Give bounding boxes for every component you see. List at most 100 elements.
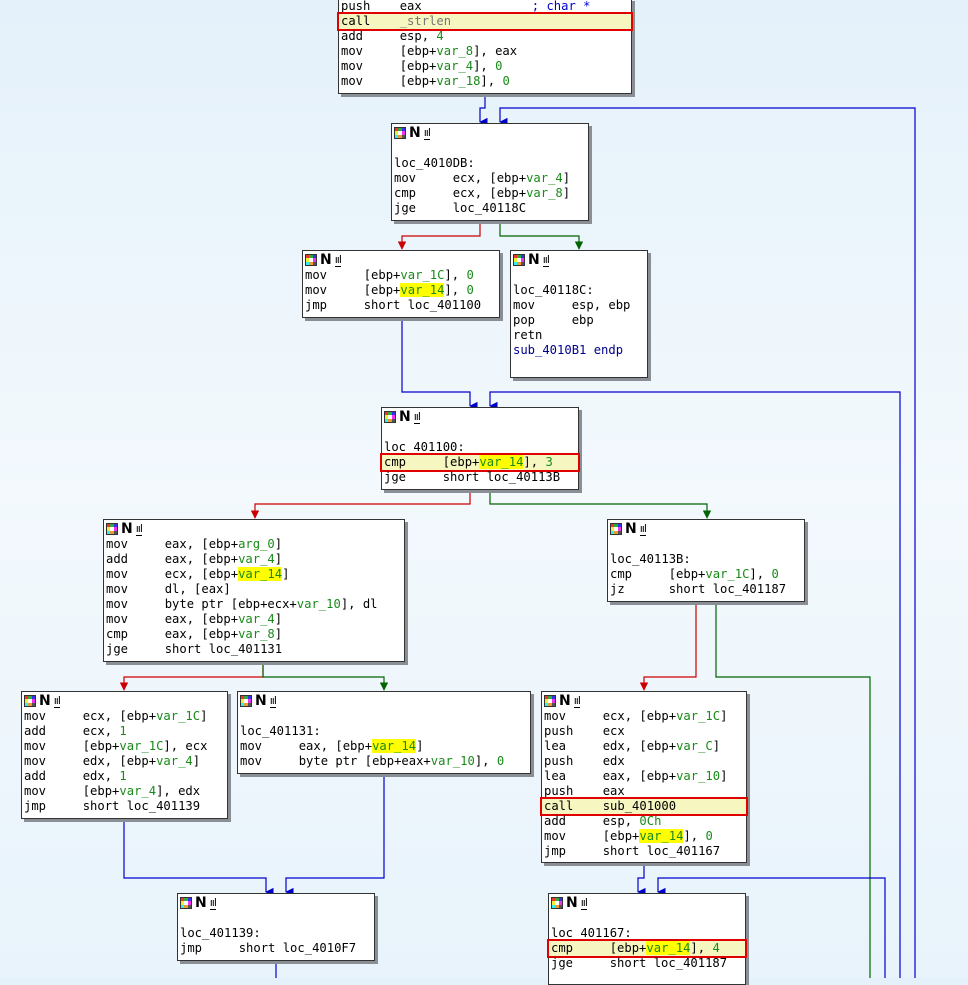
asm-line[interactable]: add esp, 4 [339,29,631,44]
operand-variable[interactable]: var_14 [400,283,445,297]
asm-line[interactable]: mov [ebp+var_4], edx [22,784,227,799]
code-block[interactable]: Nııl loc_401167: cmp [ebp+var_14], 4 jge sh… [547,893,747,985]
asm-line[interactable]: pop ebp [511,313,647,328]
n-toggle-icon[interactable]: N [320,253,332,267]
chart-icon[interactable]: ııl [423,126,431,140]
operand-variable[interactable]: var_10 [676,769,720,783]
asm-line[interactable]: call sub_401000 [540,797,748,816]
code-block[interactable]: push eax ; char * call _strlen add esp, 4m… [337,0,633,94]
edge-b6-b9[interactable] [639,600,697,691]
n-toggle-icon[interactable]: N [409,126,421,140]
n-toggle-icon[interactable]: N [39,694,51,708]
asm-line[interactable]: jmp short loc_401167 [542,844,746,859]
asm-line[interactable]: add eax, [ebp+var_4] [104,552,404,567]
edge-b4-b6[interactable] [489,490,712,519]
n-toggle-icon[interactable]: N [195,896,207,910]
operand-variable[interactable]: var_C [676,739,713,753]
n-toggle-icon[interactable]: N [121,522,133,536]
graph-colors-icon[interactable] [305,254,317,266]
asm-line[interactable]: cmp eax, [ebp+var_8] [104,627,404,642]
n-toggle-icon[interactable]: N [255,694,267,708]
edge-b2-b4[interactable] [401,318,478,411]
operand-variable[interactable]: var_10 [431,754,475,768]
operand-variable[interactable]: var_4 [238,612,275,626]
edge-b4-b5[interactable] [250,490,471,519]
asm-line[interactable]: push eax ; char * [339,0,631,14]
operand-variable[interactable]: var_4 [526,171,563,185]
chart-icon[interactable]: ııl [573,694,581,708]
operand-variable[interactable]: var_8 [526,186,563,200]
chart-icon[interactable]: ııl [135,522,143,536]
asm-line[interactable]: add edx, 1 [22,769,227,784]
operand-variable[interactable]: var_4 [436,59,473,73]
asm-line[interactable]: jge short loc_401131 [104,642,404,657]
n-toggle-icon[interactable]: N [566,896,578,910]
operand-variable[interactable]: var_4 [238,552,275,566]
code-block[interactable]: Nııl loc_401131: mov eax, [ebp+var_14] mov … [237,691,531,774]
code-block[interactable]: Nııl mov eax, [ebp+arg_0] add eax, [ebp+va… [103,519,405,662]
edge-b1-b2[interactable] [397,221,481,250]
edge-b7-b10[interactable] [123,818,274,897]
graph-colors-icon[interactable] [394,127,406,139]
asm-line[interactable]: lea eax, [ebp+var_10] [542,769,746,784]
operand-variable[interactable]: var_8 [436,44,473,58]
asm-line[interactable]: mov esp, ebp [511,298,647,313]
asm-line[interactable]: sub_4010B1 endp [511,343,647,358]
asm-line[interactable]: mov [ebp+var_8], eax [339,44,631,59]
asm-line[interactable]: jz short loc_401187 [608,582,804,597]
chart-icon[interactable]: ııl [209,896,217,910]
chart-icon[interactable]: ııl [269,694,277,708]
graph-colors-icon[interactable] [106,523,118,535]
operand-variable[interactable]: var_1C [676,709,720,723]
graph-colors-icon[interactable] [384,411,396,423]
operand-variable[interactable]: var_8 [238,627,275,641]
code-block[interactable]: Nııl mov [ebp+var_1C], 0 mov [ebp+var_14],… [302,250,500,318]
operand-variable[interactable]: var_1C [119,739,163,753]
graph-colors-icon[interactable] [24,695,36,707]
asm-line[interactable]: loc_401100: [382,440,578,455]
asm-line[interactable]: mov eax, [ebp+arg_0] [104,537,404,552]
code-block[interactable]: Nııl loc_4010DB: mov ecx, [ebp+var_4] cmp e… [391,123,589,221]
edge-b5-b7[interactable] [119,661,264,691]
asm-line[interactable]: loc_40118C: [511,283,647,298]
chart-icon[interactable]: ııl [580,896,588,910]
asm-line[interactable]: lea edx, [ebp+var_C] [542,739,746,754]
asm-line[interactable]: mov eax, [ebp+var_14] [238,739,530,754]
asm-line[interactable]: cmp [ebp+var_1C], 0 [608,567,804,582]
asm-line[interactable]: push edx [542,754,746,769]
asm-line[interactable]: cmp [ebp+var_14], 4 [547,939,747,958]
asm-line[interactable]: push eax [542,784,746,799]
code-block[interactable]: Nııl loc_401139: jmp short loc_4010F7 [177,893,375,961]
asm-line[interactable]: cmp [ebp+var_14], 3 [380,453,580,472]
asm-line[interactable]: mov ecx, [ebp+var_1C] [542,709,746,724]
graph-colors-icon[interactable] [551,897,563,909]
asm-line[interactable]: loc_401131: [238,724,530,739]
asm-line[interactable]: push ecx [542,724,746,739]
n-toggle-icon[interactable]: N [559,694,571,708]
chart-icon[interactable]: ııl [334,253,342,267]
operand-variable[interactable]: var_10 [297,597,341,611]
code-block[interactable]: Nııl mov ecx, [ebp+var_1C] push ecx lea edx… [540,691,748,863]
operand-variable[interactable]: var_14 [639,829,684,843]
operand-variable[interactable]: var_4 [156,754,193,768]
asm-line[interactable]: cmp ecx, [ebp+var_8] [392,186,588,201]
chart-icon[interactable]: ııl [413,410,421,424]
asm-line[interactable]: jmp short loc_401100 [303,298,499,313]
asm-line[interactable]: add esp, 0Ch [542,814,746,829]
asm-line[interactable]: jmp short loc_401139 [22,799,227,814]
edge-b0-b1[interactable] [479,93,488,127]
asm-line[interactable]: jge short loc_40113B [382,470,578,485]
asm-line[interactable]: add ecx, 1 [22,724,227,739]
n-toggle-icon[interactable]: N [625,522,637,536]
asm-line[interactable]: loc_40113B: [608,552,804,567]
n-toggle-icon[interactable]: N [399,410,411,424]
graph-colors-icon[interactable] [240,695,252,707]
graph-colors-icon[interactable] [180,897,192,909]
asm-line[interactable]: jge loc_40118C [392,201,588,216]
asm-line[interactable]: mov [ebp+var_1C], 0 [303,268,499,283]
operand-variable[interactable]: var_14 [479,455,524,469]
asm-line[interactable]: mov byte ptr [ebp+eax+var_10], 0 [238,754,530,769]
n-toggle-icon[interactable]: N [528,253,540,267]
asm-line[interactable]: mov [ebp+var_18], 0 [339,74,631,89]
chart-icon[interactable]: ııl [542,253,550,267]
